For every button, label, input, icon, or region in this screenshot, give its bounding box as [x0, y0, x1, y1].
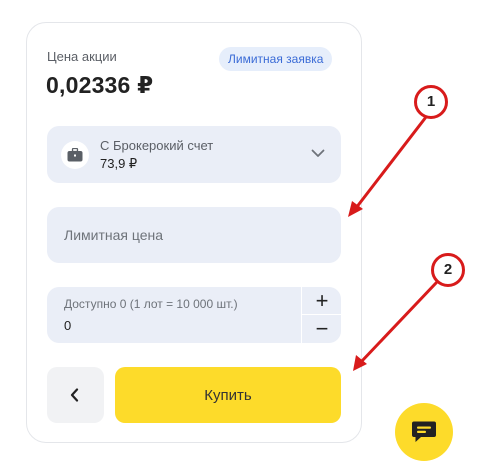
chat-bubble-icon	[412, 421, 436, 442]
chat-button[interactable]	[395, 403, 453, 461]
annotation-arrows	[348, 115, 438, 371]
annotation-arrow-1	[354, 115, 428, 210]
screen: Цена акции 0,02336 ₽ Лимитная заявка С Б…	[0, 0, 485, 462]
annotation-callout-2: 2	[431, 253, 465, 287]
annotation-arrow-2	[359, 281, 438, 364]
annotation-callout-1: 1	[414, 85, 448, 119]
